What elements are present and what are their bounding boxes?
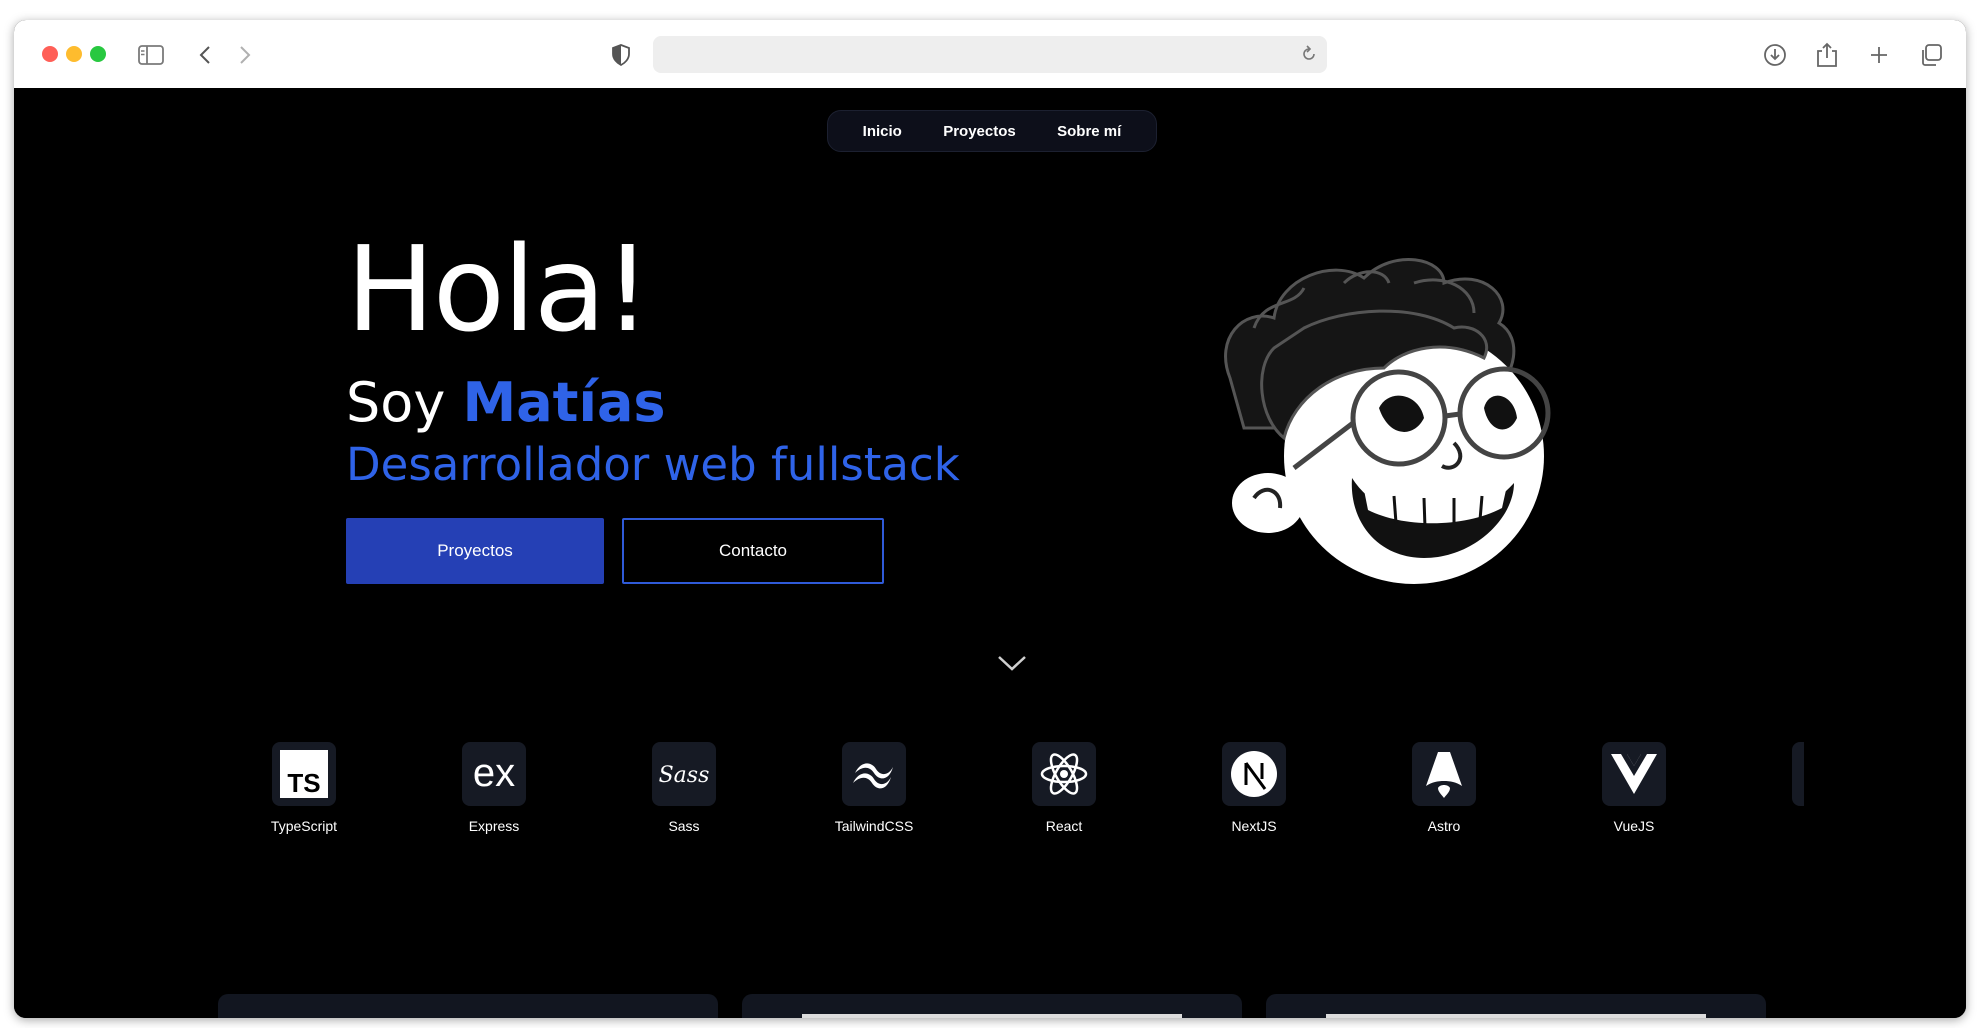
nav-link-proyectos[interactable]: Proyectos (943, 123, 1016, 140)
close-window-button[interactable] (42, 46, 58, 62)
contact-button[interactable]: Contacto (622, 518, 884, 584)
partial-icon (1792, 742, 1804, 806)
tech-item-express: ex Express (434, 742, 554, 834)
nav-link-inicio[interactable]: Inicio (863, 123, 902, 140)
tech-item-typescript: TS TypeScript (244, 742, 364, 834)
sass-icon: Sass (652, 742, 716, 806)
project-card-1[interactable] (218, 994, 718, 1018)
projects-button[interactable]: Proyectos (346, 518, 604, 584)
svg-text:TS: TS (287, 768, 320, 798)
scroll-down-chevron-icon[interactable] (996, 653, 1028, 673)
tech-label: TailwindCSS (834, 818, 914, 834)
zoom-window-button[interactable] (90, 46, 106, 62)
tech-item-astro: Astro (1384, 742, 1504, 834)
project-screenshot (802, 1014, 1182, 1018)
typescript-icon: TS (272, 742, 336, 806)
tech-item-vue: VueJS (1574, 742, 1694, 834)
hero-name: Matías (462, 371, 666, 434)
hero-intro-prefix: Soy (346, 371, 446, 434)
project-card-3[interactable] (1266, 994, 1766, 1018)
downloads-icon[interactable] (1762, 42, 1788, 68)
tech-item-react: React (1004, 742, 1124, 834)
tech-label: Express (468, 818, 520, 834)
tech-item-partial: Re (1764, 742, 1804, 834)
project-card-2[interactable] (742, 994, 1242, 1018)
tech-label: Astro (1427, 818, 1461, 834)
tech-item-tailwind: TailwindCSS (814, 742, 934, 834)
tech-label: TypeScript (270, 818, 338, 834)
back-icon[interactable] (192, 42, 218, 68)
minimize-window-button[interactable] (66, 46, 82, 62)
address-bar[interactable] (653, 36, 1327, 73)
tech-label: React (1045, 818, 1083, 834)
page-content: Inicio Proyectos Sobre mí Hola! Soy Matí… (14, 88, 1966, 1018)
tech-item-sass: Sass Sass (624, 742, 744, 834)
share-icon[interactable] (1814, 42, 1840, 68)
nextjs-icon (1222, 742, 1286, 806)
tech-label: Sass (668, 818, 700, 834)
tech-label: Re (1764, 818, 1804, 834)
react-icon (1032, 742, 1096, 806)
tech-item-nextjs: NextJS (1194, 742, 1314, 834)
browser-toolbar (14, 20, 1966, 89)
technologies-strip: TS TypeScript ex Express Sass Sass Tailw… (174, 742, 1804, 852)
express-icon: ex (462, 742, 526, 806)
sidebar-toggle-icon[interactable] (138, 42, 164, 68)
shield-icon[interactable] (608, 42, 634, 68)
svg-text:Sass: Sass (659, 763, 710, 788)
tech-label: VueJS (1613, 818, 1655, 834)
project-screenshot (1326, 1014, 1706, 1018)
astro-icon (1412, 742, 1476, 806)
reload-icon[interactable] (1299, 44, 1319, 69)
tech-label: NextJS (1231, 818, 1277, 834)
nav-link-sobre-mi[interactable]: Sobre mí (1057, 123, 1121, 140)
vue-icon (1602, 742, 1666, 806)
tab-overview-icon[interactable] (1918, 42, 1944, 68)
forward-icon[interactable] (232, 42, 258, 68)
new-tab-icon[interactable] (1866, 42, 1892, 68)
avatar-illustration (1184, 228, 1574, 588)
svg-text:ex: ex (473, 754, 515, 794)
hero-greeting: Hola! (346, 220, 651, 358)
hero-role: Desarrollador web fullstack (346, 438, 960, 491)
top-nav: Inicio Proyectos Sobre mí (827, 110, 1157, 152)
hero-intro: Soy Matías (346, 376, 666, 430)
tailwind-icon (842, 742, 906, 806)
browser-window: Inicio Proyectos Sobre mí Hola! Soy Matí… (14, 20, 1966, 1018)
